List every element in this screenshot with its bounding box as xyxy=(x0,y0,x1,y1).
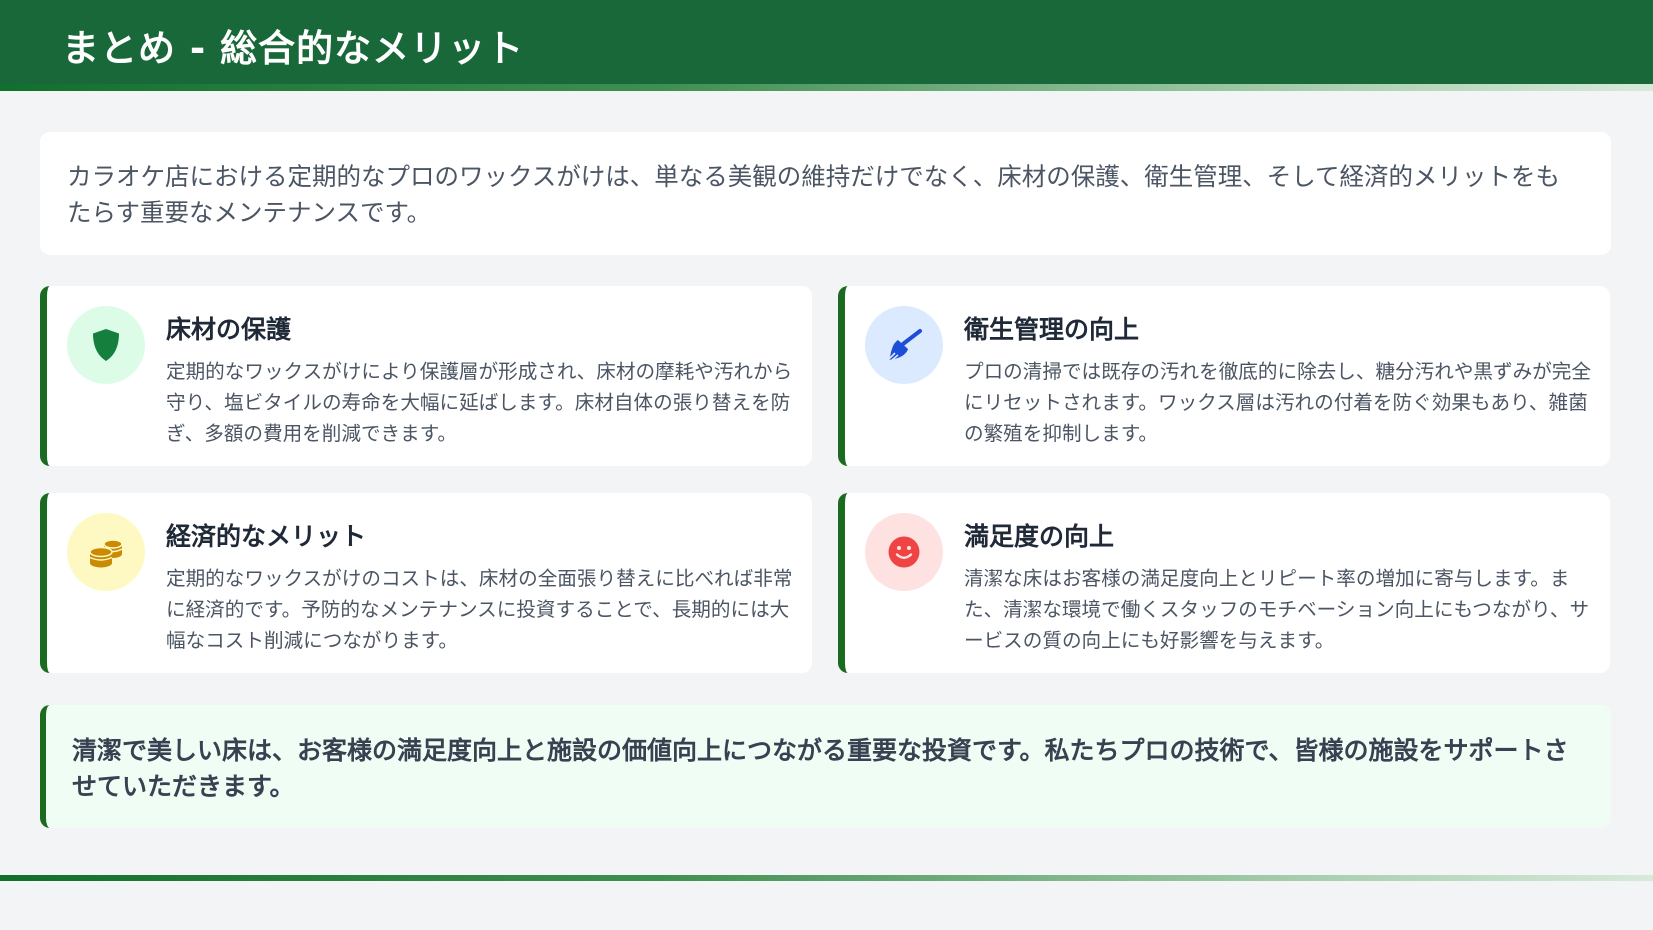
closing-text: 清潔で美しい床は、お客様の満足度向上と施設の価値向上につながる重要な投資です。私… xyxy=(72,736,1569,801)
broom-icon-circle xyxy=(865,306,943,384)
coins-icon-circle xyxy=(67,513,145,591)
card-title: 床材の保護 xyxy=(166,315,292,344)
card-text: 清潔な床はお客様の満足度向上とリピート率の増加に寄与します。また、清潔な環境で働… xyxy=(964,567,1590,652)
smile-icon xyxy=(888,536,920,568)
card-title: 満足度の向上 xyxy=(964,522,1115,551)
card-hygiene: 衛生管理の向上 プロの清掃では既存の汚れを徹底的に除去し、糖分汚れや黒ずみが完全… xyxy=(838,286,1610,466)
footer-divider xyxy=(0,875,1653,881)
broom-icon xyxy=(887,329,922,361)
shield-icon-circle xyxy=(67,306,145,384)
card-title: 経済的なメリット xyxy=(166,522,367,551)
card-economic: 経済的なメリット 定期的なワックスがけのコストは、床材の全面張り替えに比べれば非… xyxy=(40,493,812,673)
card-satisfaction: 満足度の向上 清潔な床はお客様の満足度向上とリピート率の増加に寄与します。また、… xyxy=(838,493,1610,673)
intro-text: カラオケ店における定期的なプロのワックスがけは、単なる美観の維持だけでなく、床材… xyxy=(67,162,1561,227)
intro-box: カラオケ店における定期的なプロのワックスがけは、単なる美観の維持だけでなく、床材… xyxy=(40,132,1611,255)
header-bar: まとめ - 総合的なメリット xyxy=(0,0,1653,91)
coins-icon xyxy=(89,539,123,568)
smile-icon-circle xyxy=(865,513,943,591)
card-text: 定期的なワックスがけにより保護層が形成され、床材の摩耗や汚れから守り、塩ビタイル… xyxy=(166,360,793,445)
card-text: プロの清掃では既存の汚れを徹底的に除去し、糖分汚れや黒ずみが完全にリセットされま… xyxy=(964,360,1591,445)
shield-icon xyxy=(93,329,119,361)
card-floor-protection: 床材の保護 定期的なワックスがけにより保護層が形成され、床材の摩耗や汚れから守り… xyxy=(40,286,812,466)
closing-box: 清潔で美しい床は、お客様の満足度向上と施設の価値向上につながる重要な投資です。私… xyxy=(40,705,1611,828)
card-title: 衛生管理の向上 xyxy=(964,315,1140,344)
card-text: 定期的なワックスがけのコストは、床材の全面張り替えに比べれば非常に経済的です。予… xyxy=(166,567,793,652)
page-title: まとめ - 総合的なメリット xyxy=(62,27,525,70)
header-divider xyxy=(0,84,1653,91)
